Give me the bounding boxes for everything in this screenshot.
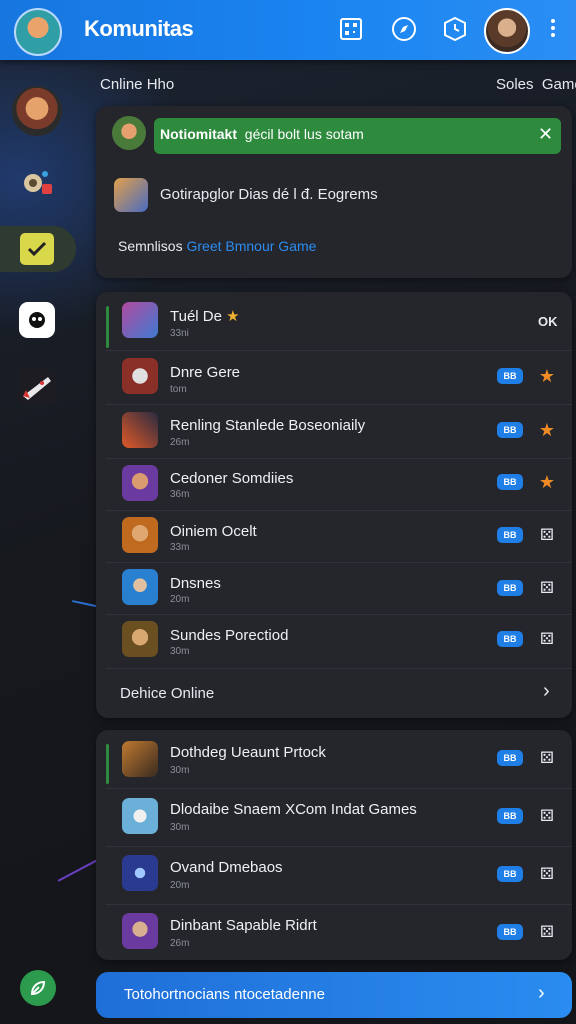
dice-icon[interactable]: ⚄ xyxy=(537,806,557,826)
brand-title: Komunitas xyxy=(84,16,194,41)
trophy-icon: ★ xyxy=(226,308,240,325)
game-meta: 30m xyxy=(170,765,190,776)
game-title: Oiniem Ocelt xyxy=(170,523,257,540)
game-meta: 20m xyxy=(170,594,190,605)
game-title: Sundes Porectiod xyxy=(170,627,289,644)
clock-icon[interactable] xyxy=(442,16,468,42)
close-icon[interactable]: ✕ xyxy=(538,124,553,145)
game-title: Tuél De ★ xyxy=(170,307,240,325)
game-badge: BB xyxy=(497,631,523,647)
notification-avatar xyxy=(114,178,148,212)
star-icon[interactable]: ★ xyxy=(537,472,557,492)
game-avatar xyxy=(122,913,158,949)
dice-icon[interactable]: ⚄ xyxy=(537,864,557,884)
app-logo-avatar[interactable] xyxy=(14,8,62,56)
dice-icon[interactable]: ⚄ xyxy=(537,578,557,598)
game-title: Ovand Dmebaos xyxy=(170,859,283,876)
game-meta: 26m xyxy=(170,437,190,448)
check-badge-icon[interactable] xyxy=(20,233,54,265)
game-badge: BB xyxy=(497,580,523,596)
game-meta: 26m xyxy=(170,938,190,949)
game-avatar xyxy=(122,798,158,834)
game-badge: BB xyxy=(497,924,523,940)
game-meta: 30m xyxy=(170,822,190,833)
game-avatar xyxy=(122,412,158,448)
game-title: Cedoner Somdiies xyxy=(170,470,294,487)
game-title-text: Tuél De xyxy=(170,308,222,325)
banner-avatar xyxy=(112,116,146,150)
leaf-fab-button[interactable] xyxy=(20,970,56,1006)
discord-icon[interactable] xyxy=(19,302,55,338)
more-options-icon[interactable] xyxy=(544,16,562,44)
game-avatar xyxy=(122,358,158,394)
game-meta: 33ni xyxy=(170,328,189,339)
star-icon[interactable]: ★ xyxy=(537,366,557,386)
gift-icon[interactable] xyxy=(20,166,56,198)
notification-link[interactable]: Greet Bmnour Game xyxy=(186,238,316,254)
notification-link-line: Semnlisos Greet Bmnour Game xyxy=(118,238,316,254)
game-avatar xyxy=(122,741,158,777)
banner-message: gécil bolt lus sotam xyxy=(244,126,364,142)
game-meta: 33m xyxy=(170,542,190,553)
compass-icon[interactable] xyxy=(391,16,417,42)
game-avatar xyxy=(122,302,158,338)
section-label-game[interactable]: Soles Game xyxy=(496,76,576,93)
qr-code-icon[interactable] xyxy=(338,16,364,42)
game-title: Dnsnes xyxy=(170,575,221,592)
game-avatar xyxy=(122,855,158,891)
game-avatar xyxy=(122,621,158,657)
dice-icon[interactable]: ⚄ xyxy=(537,525,557,545)
ok-label[interactable]: OK xyxy=(538,314,558,329)
notification-prefix: Semnlisos xyxy=(118,238,183,254)
section-label-online: Cnline Hho xyxy=(100,76,175,93)
notification-line: Gotirapglor Dias dé l đ. Eogrems xyxy=(160,186,378,203)
game-badge: BB xyxy=(497,527,523,543)
game-badge: BB xyxy=(497,422,523,438)
cta-label: Totohortnocians ntocetadenne xyxy=(124,986,325,1003)
game-meta: 36m xyxy=(170,489,190,500)
star-icon[interactable]: ★ xyxy=(537,420,557,440)
dice-icon[interactable]: ⚄ xyxy=(537,748,557,768)
game-meta: 20m xyxy=(170,880,190,891)
game-title: Dinbant Sapable Ridrt xyxy=(170,917,317,934)
dice-icon[interactable]: ⚄ xyxy=(537,922,557,942)
chevron-right-icon[interactable]: › xyxy=(543,680,550,703)
game-title: Dothdeg Ueaunt Prtock xyxy=(170,744,326,761)
game-title: Dnre Gere xyxy=(170,364,241,381)
more-online-label[interactable]: Dehice Online xyxy=(120,685,214,702)
game-badge: BB xyxy=(497,474,523,490)
chevron-right-icon[interactable]: › xyxy=(538,982,545,1005)
dice-icon[interactable]: ⚄ xyxy=(537,629,557,649)
game-meta: 30m xyxy=(170,646,190,657)
game-title: Dlodaibe Snaem XCom Indat Games xyxy=(170,801,417,818)
banner-title: Notiomitakt xyxy=(160,126,237,142)
game-title: Renling Stanlede Boseoniaily xyxy=(170,417,366,434)
game-avatar xyxy=(122,465,158,501)
spaceship-icon[interactable] xyxy=(18,368,56,406)
game-avatar xyxy=(122,569,158,605)
game-badge: BB xyxy=(497,368,523,384)
profile-avatar[interactable] xyxy=(484,8,530,54)
game-badge: BB xyxy=(497,750,523,766)
game-badge: BB xyxy=(497,866,523,882)
banner-text: Notiomitakt gécil bolt lus sotam xyxy=(160,126,364,142)
game-avatar xyxy=(122,517,158,553)
player-avatar[interactable] xyxy=(12,86,62,136)
game-meta: tom xyxy=(170,384,187,395)
game-badge: BB xyxy=(497,808,523,824)
